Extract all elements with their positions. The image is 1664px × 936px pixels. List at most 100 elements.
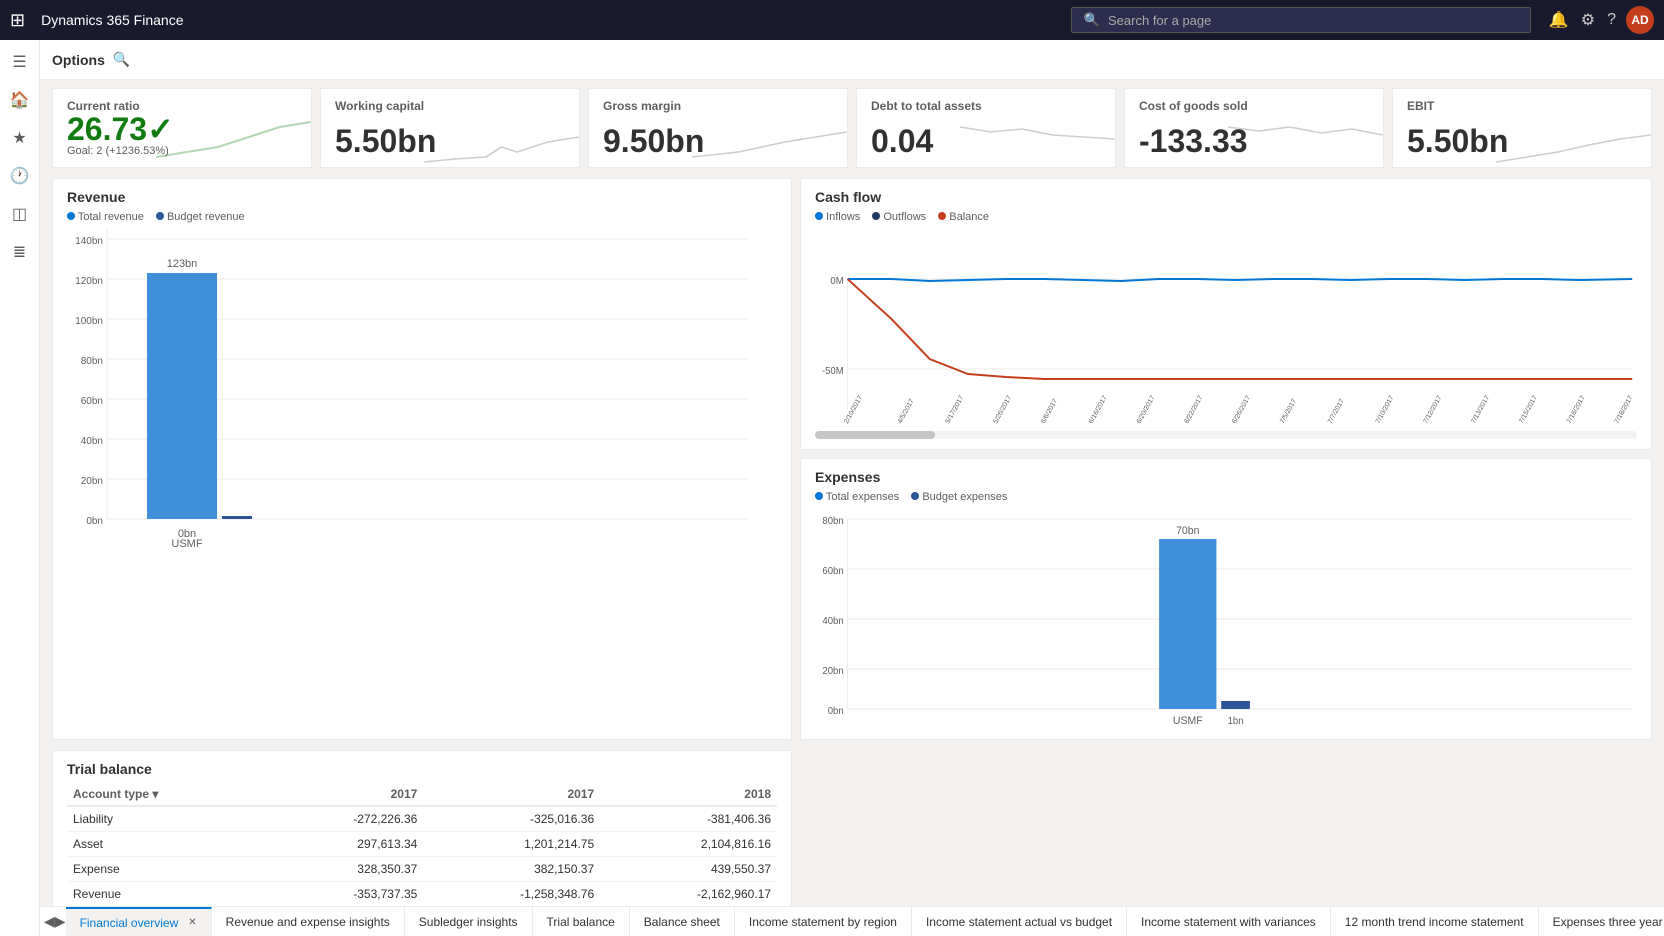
- tab-income-variances[interactable]: Income statement with variances: [1127, 907, 1331, 936]
- svg-text:70bn: 70bn: [1176, 525, 1199, 537]
- tab-income-region[interactable]: Income statement by region: [735, 907, 912, 936]
- legend-dot-budget: [156, 212, 164, 220]
- svg-text:0bn: 0bn: [828, 706, 844, 717]
- sub-header: Options 🔍: [40, 40, 1664, 80]
- app-title: Dynamics 365 Finance: [41, 12, 183, 28]
- search-icon: 🔍: [1084, 12, 1100, 28]
- nav-hamburger[interactable]: ☰: [2, 44, 38, 80]
- col-2017-2[interactable]: 2017: [423, 783, 600, 806]
- revenue-legend: Total revenue Budget revenue: [67, 211, 777, 223]
- cashflow-chart-svg: 0M -50M 2/10/2017 4/5/2017 5/17/2017 5/2…: [815, 229, 1637, 429]
- tab-expenses-3yr[interactable]: Expenses three year trend: [1539, 907, 1664, 936]
- svg-text:60bn: 60bn: [822, 566, 843, 577]
- row-liability-col1: -272,226.36: [267, 806, 423, 832]
- row-expense-col2: 382,150.37: [423, 857, 600, 882]
- svg-text:1bn: 1bn: [1228, 716, 1244, 727]
- legend-dot-total: [67, 212, 75, 220]
- trial-balance-table: Account type ▾ 2017 2017 2018 Liability …: [67, 783, 777, 906]
- avatar[interactable]: AD: [1626, 6, 1654, 34]
- row-asset-type: Asset: [67, 832, 267, 857]
- expenses-legend: Total expenses Budget expenses: [815, 491, 1637, 503]
- cashflow-title: Cash flow: [815, 189, 1637, 205]
- search-input[interactable]: [1108, 13, 1518, 28]
- sub-search-icon[interactable]: 🔍: [113, 51, 130, 68]
- kpi-title-debt-to-assets: Debt to total assets: [871, 99, 1101, 113]
- trial-balance-row: Trial balance Account type ▾ 2017 2017 2…: [52, 750, 1652, 906]
- tab-close-financial[interactable]: ✕: [188, 917, 196, 928]
- tab-income-budget[interactable]: Income statement actual vs budget: [912, 907, 1127, 936]
- kpi-row: Current ratio 26.73✓ Goal: 2 (+1236.53%)…: [52, 88, 1652, 168]
- col-2017-1[interactable]: 2017: [267, 783, 423, 806]
- svg-text:7/13/2017: 7/13/2017: [1470, 394, 1491, 425]
- kpi-title-working-capital: Working capital: [335, 99, 565, 113]
- kpi-card-working-capital[interactable]: Working capital 5.50bn: [320, 88, 580, 168]
- svg-text:7/5/2017: 7/5/2017: [1279, 398, 1298, 425]
- row-revenue-col2: -1,258,348.76: [423, 882, 600, 907]
- expenses-bar-total: [1159, 539, 1216, 709]
- kpi-card-gross-margin[interactable]: Gross margin 9.50bn: [588, 88, 848, 168]
- kpi-card-ebit[interactable]: EBIT 5.50bn: [1392, 88, 1652, 168]
- kpi-title-ebit: EBIT: [1407, 99, 1637, 113]
- help-icon[interactable]: ?: [1607, 11, 1616, 29]
- svg-text:6/20/2017: 6/20/2017: [1136, 394, 1157, 425]
- svg-text:-50M: -50M: [822, 366, 844, 377]
- table-row: Revenue -353,737.35 -1,258,348.76 -2,162…: [67, 882, 777, 907]
- kpi-card-current-ratio[interactable]: Current ratio 26.73✓ Goal: 2 (+1236.53%): [52, 88, 312, 168]
- nav-right: 🔔 ⚙ ? AD: [1541, 6, 1654, 34]
- svg-text:60bn: 60bn: [81, 396, 103, 407]
- trial-balance-panel: Trial balance Account type ▾ 2017 2017 2…: [52, 750, 792, 906]
- cashflow-panel: Cash flow Inflows Outflows Balance: [800, 178, 1652, 450]
- revenue-chart-svg: 140bn 120bn 100bn 80bn 60bn 40bn 20bn 0b…: [67, 229, 747, 549]
- expenses-title: Expenses: [815, 469, 1637, 485]
- tab-balance-sheet[interactable]: Balance sheet: [630, 907, 735, 936]
- tab-subledger[interactable]: Subledger insights: [405, 907, 533, 936]
- notification-icon[interactable]: 🔔: [1549, 10, 1569, 30]
- nav-workspaces[interactable]: ◫: [2, 196, 38, 232]
- legend-total-expenses: Total expenses: [815, 491, 899, 503]
- trial-balance-wrapper: Trial balance Account type ▾ 2017 2017 2…: [52, 750, 792, 906]
- tab-nav-left[interactable]: ◀: [44, 912, 55, 932]
- nav-recent[interactable]: 🕐: [2, 158, 38, 194]
- row-asset-col3: 2,104,816.16: [600, 832, 777, 857]
- tab-revenue-expense[interactable]: Revenue and expense insights: [212, 907, 405, 936]
- row-asset-col1: 297,613.34: [267, 832, 423, 857]
- tab-trial-balance[interactable]: Trial balance: [533, 907, 630, 936]
- legend-inflows: Inflows: [815, 211, 860, 223]
- legend-balance: Balance: [938, 211, 989, 223]
- tab-nav-right[interactable]: ▶: [55, 912, 66, 932]
- waffle-icon[interactable]: ⊞: [10, 10, 25, 31]
- svg-text:4/5/2017: 4/5/2017: [897, 398, 916, 425]
- expenses-panel: Expenses Total expenses Budget expenses …: [800, 458, 1652, 740]
- svg-text:2/10/2017: 2/10/2017: [843, 394, 864, 425]
- svg-text:40bn: 40bn: [81, 436, 103, 447]
- nav-favorites[interactable]: ★: [2, 120, 38, 156]
- search-bar[interactable]: 🔍: [1071, 7, 1531, 33]
- row-expense-col1: 328,350.37: [267, 857, 423, 882]
- legend-dot-budget-exp: [911, 492, 919, 500]
- legend-dot-outflows: [872, 212, 880, 220]
- nav-home[interactable]: 🏠: [2, 82, 38, 118]
- svg-text:7/16/2017: 7/16/2017: [1566, 394, 1587, 425]
- svg-text:0M: 0M: [830, 276, 843, 287]
- svg-text:20bn: 20bn: [822, 666, 843, 677]
- settings-icon[interactable]: ⚙: [1581, 10, 1595, 30]
- row-asset-col2: 1,201,214.75: [423, 832, 600, 857]
- kpi-card-debt-to-assets[interactable]: Debt to total assets 0.04: [856, 88, 1116, 168]
- svg-text:123bn: 123bn: [167, 258, 198, 270]
- kpi-card-cost-of-goods[interactable]: Cost of goods sold -133.33: [1124, 88, 1384, 168]
- nav-list[interactable]: ≣: [2, 234, 38, 270]
- cashflow-scrollbar[interactable]: [815, 431, 1637, 439]
- col-account-type[interactable]: Account type ▾: [67, 783, 267, 806]
- svg-text:6/6/2017: 6/6/2017: [1040, 398, 1059, 425]
- col-2018[interactable]: 2018: [600, 783, 777, 806]
- legend-dot-balance: [938, 212, 946, 220]
- table-row: Liability -272,226.36 -325,016.36 -381,4…: [67, 806, 777, 832]
- legend-total-revenue: Total revenue: [67, 211, 144, 223]
- row-revenue-col1: -353,737.35: [267, 882, 423, 907]
- right-panels: Cash flow Inflows Outflows Balance: [800, 178, 1652, 740]
- svg-text:5/26/2017: 5/26/2017: [992, 394, 1013, 425]
- tab-financial-overview[interactable]: Financial overview ✕: [66, 907, 212, 936]
- tab-12month-trend[interactable]: 12 month trend income statement: [1331, 907, 1539, 936]
- row-liability-col2: -325,016.36: [423, 806, 600, 832]
- table-row: Asset 297,613.34 1,201,214.75 2,104,816.…: [67, 832, 777, 857]
